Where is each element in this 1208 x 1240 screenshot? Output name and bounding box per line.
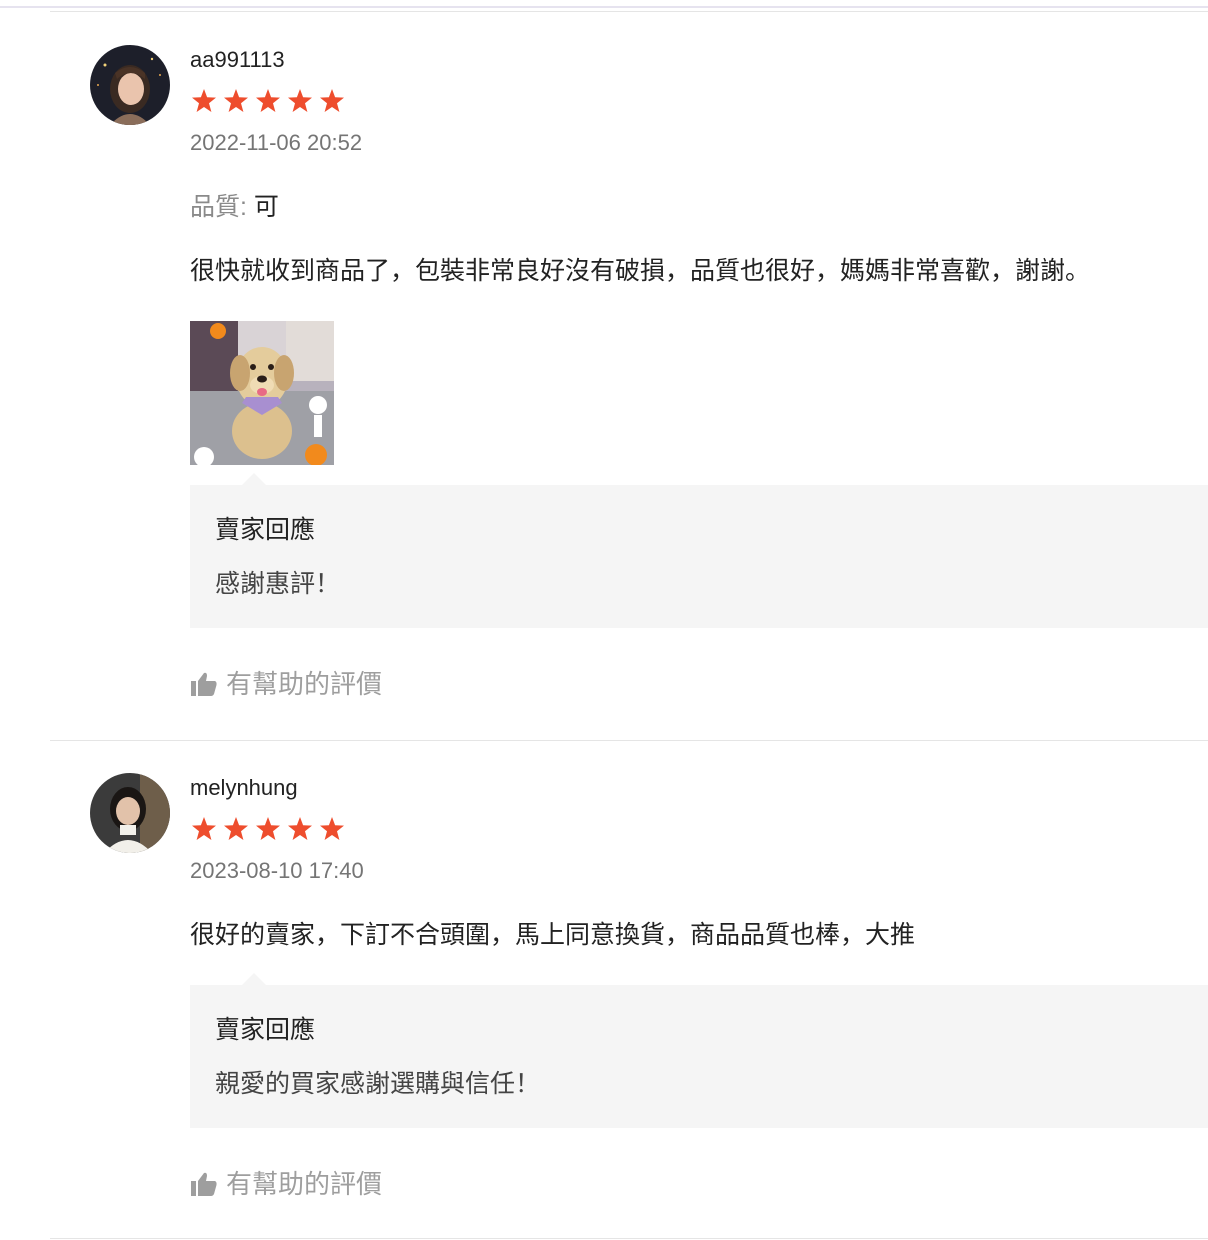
star-icon [256, 89, 280, 112]
seller-reply-title: 賣家回應 [215, 516, 316, 544]
review-date: 2023-08-10 17:40 [190, 858, 364, 883]
star-icon [288, 89, 312, 112]
attribute-label: 品質: [190, 193, 247, 221]
thumbs-up-icon [191, 672, 217, 696]
avatar[interactable] [90, 45, 170, 125]
star-icon [320, 89, 344, 112]
helpful-button[interactable]: 有幫助的評價 [190, 668, 382, 700]
seller-reply-title: 賣家回應 [215, 1016, 316, 1044]
star-icon [224, 89, 248, 112]
review-divider [50, 1238, 1208, 1239]
attribute-value: 可 [253, 193, 279, 221]
reply-pointer [242, 973, 266, 985]
helpful-label: 有幫助的評價 [226, 1169, 383, 1199]
seller-reply-text: 親愛的買家感謝選購與信任！ [215, 1070, 541, 1098]
star-icon [288, 817, 312, 840]
helpful-label: 有幫助的評價 [226, 669, 383, 699]
reviewer-username[interactable]: aa991113 [190, 47, 285, 73]
star-rating [190, 87, 350, 115]
star-icon [256, 817, 280, 840]
seller-reply-text: 感謝惠評！ [215, 570, 341, 598]
reviewer-username[interactable]: melynhung [190, 775, 298, 801]
seller-reply: 賣家回應 親愛的買家感謝選購與信任！ [190, 973, 1208, 1128]
avatar[interactable] [90, 773, 170, 853]
review-comment: 很快就收到商品了，包裝非常良好沒有破損，品質也很好，媽媽非常喜歡，謝謝。 [190, 257, 1091, 285]
helpful-button[interactable]: 有幫助的評價 [190, 1168, 382, 1200]
star-icon [320, 817, 344, 840]
review-divider [50, 740, 1208, 741]
review-comment: 很好的賣家，下訂不合頭圍，馬上同意換貨，商品品質也棒，大推 [190, 921, 916, 949]
star-rating [190, 815, 350, 843]
section-divider [50, 11, 1208, 12]
quality-attribute: 品質: 可 [190, 192, 279, 222]
review-date: 2022-11-06 20:52 [190, 130, 363, 155]
star-icon [192, 817, 216, 840]
review-photo[interactable] [190, 321, 334, 465]
star-icon [224, 817, 248, 840]
thumbs-up-icon [191, 1172, 217, 1196]
seller-reply: 賣家回應 感謝惠評！ [190, 473, 1208, 628]
reply-pointer [242, 473, 266, 485]
star-icon [192, 89, 216, 112]
top-border [0, 0, 1208, 8]
